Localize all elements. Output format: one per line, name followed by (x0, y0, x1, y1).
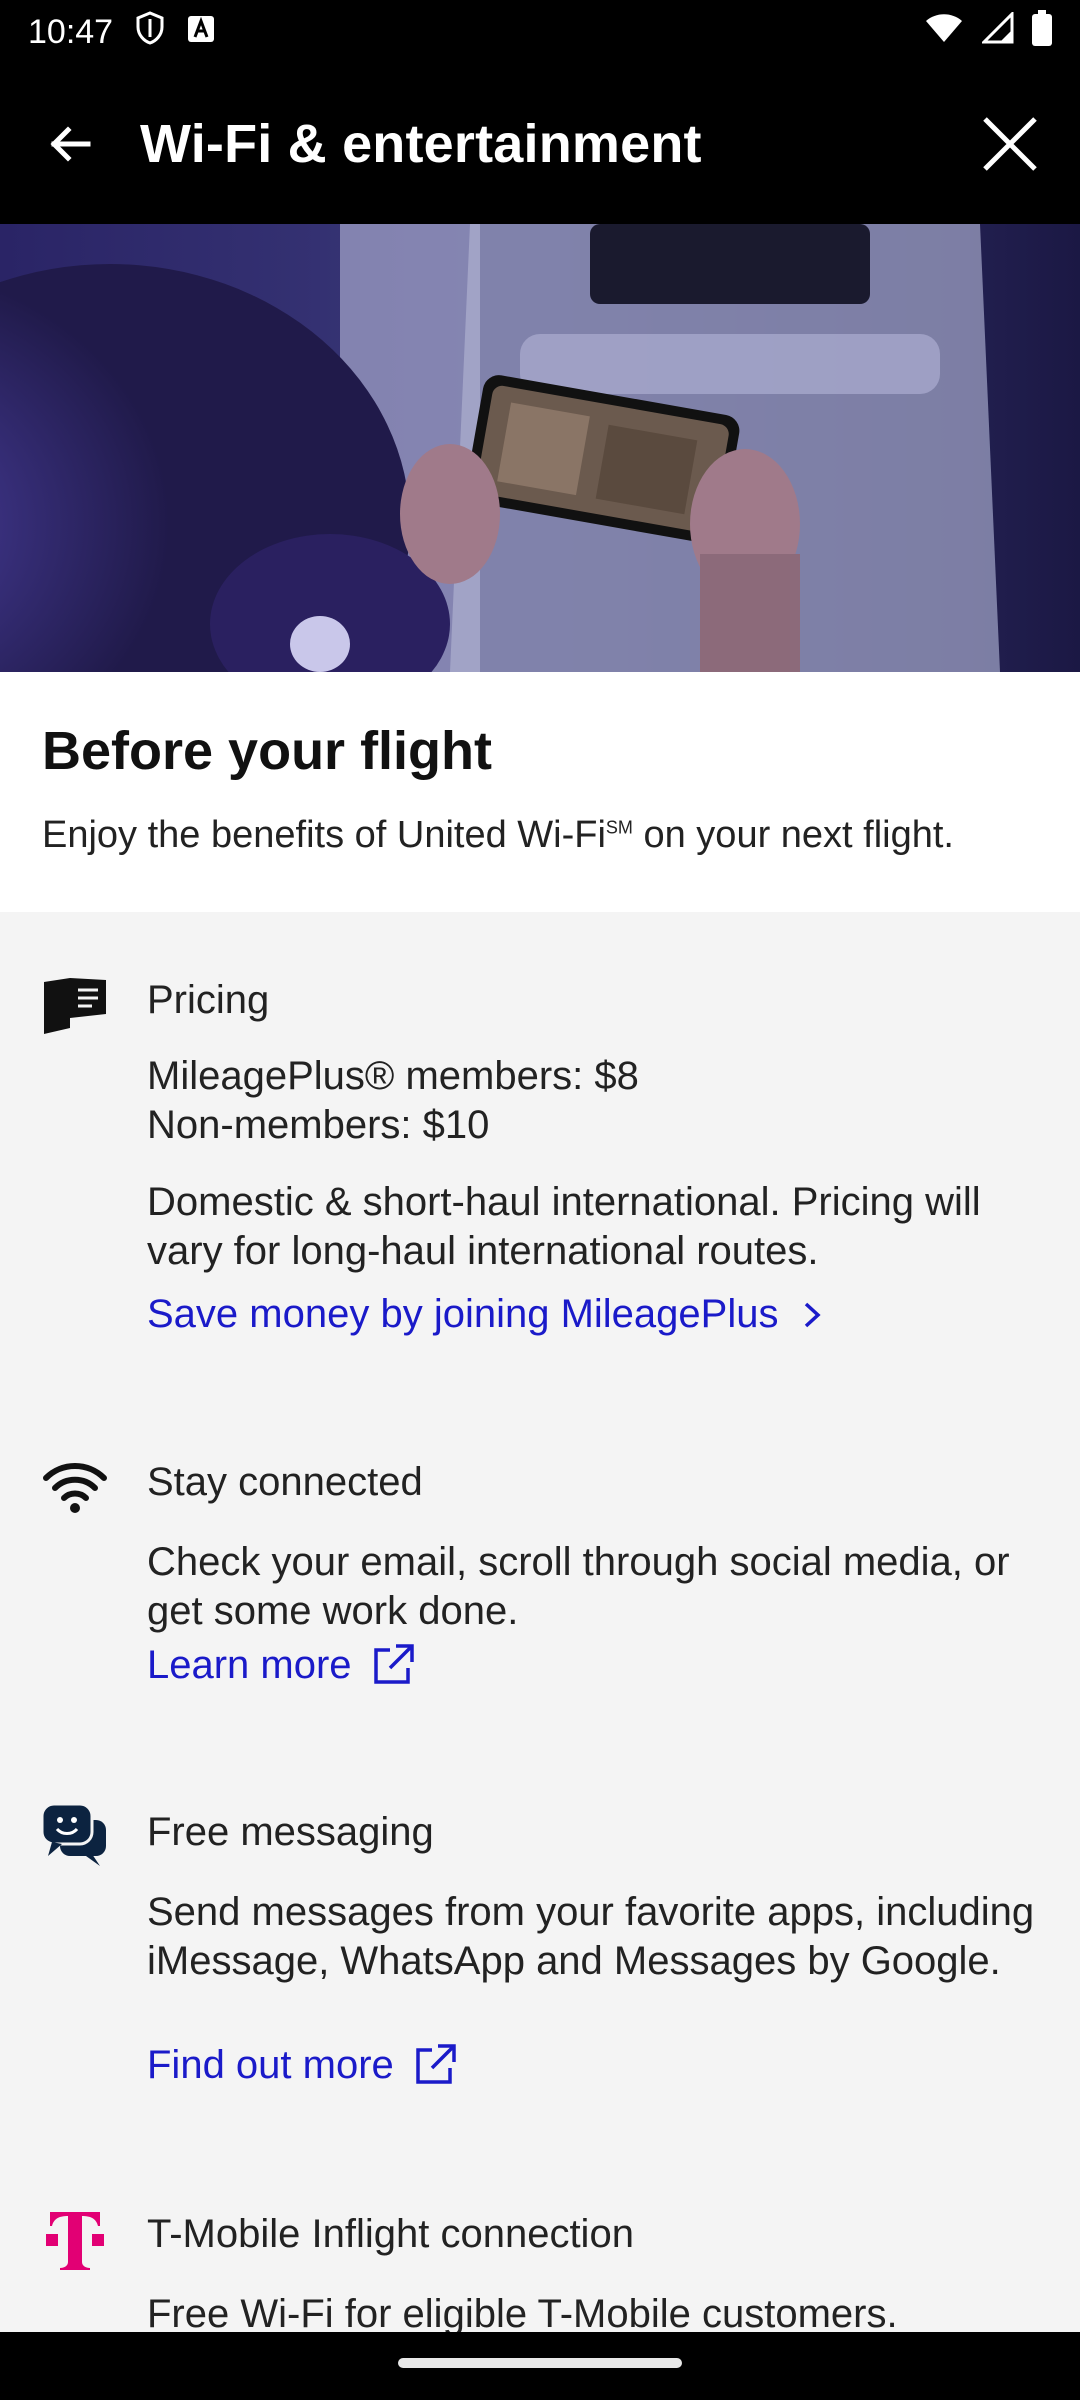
battery-icon (1032, 9, 1052, 55)
free-messaging-title: Free messaging (147, 1810, 434, 1854)
join-mileageplus-label: Save money by joining MileagePlus (147, 1292, 779, 1336)
status-time: 10:47 (28, 12, 114, 51)
features-list: Pricing MileagePlus® members: $8 Non-mem… (0, 912, 1080, 2336)
intro-section: Before your flight Enjoy the benefits of… (0, 672, 1080, 912)
wifi-icon (40, 1454, 110, 1524)
messaging-chat-icon (40, 1802, 110, 1872)
pricing-title: Pricing (147, 978, 270, 1022)
free-messaging-text: Send messages from your favorite apps, i… (147, 1890, 1035, 1983)
wifi-status-icon (924, 12, 964, 53)
learn-more-link[interactable]: Learn more (147, 1642, 416, 1688)
find-out-more-label: Find out more (147, 2042, 394, 2087)
hero-image (0, 224, 1080, 672)
stay-connected-text: Check your email, scroll through social … (147, 1540, 1010, 1633)
system-nav-bar (0, 2332, 1080, 2400)
arrow-left-icon (50, 126, 91, 162)
external-link-icon (416, 2044, 456, 2084)
pricing-note: Domestic & short-haul international. Pri… (147, 1180, 981, 1273)
app-notification-icon (187, 13, 215, 52)
intro-heading: Before your flight (42, 721, 493, 781)
close-button[interactable] (960, 94, 1060, 194)
external-link-icon (373, 1644, 414, 1684)
service-mark: SM (605, 817, 633, 838)
find-out-more-link[interactable]: Find out more (147, 2042, 458, 2088)
screen: 10:47 Wi-Fi & entertainment Before your … (0, 0, 1080, 2400)
chevron-right-icon (805, 1302, 822, 1327)
intro-text: Enjoy the benefits of United Wi-FiSM on … (42, 814, 954, 857)
back-button[interactable] (0, 64, 140, 224)
join-mileageplus-link[interactable]: Save money by joining MileagePlus (147, 1292, 826, 1337)
pricing-members: MileagePlus® members: $8 (147, 1054, 639, 1098)
shield-icon (135, 10, 165, 54)
pricing-card-icon (40, 972, 110, 1042)
pricing-nonmembers: Non-members: $10 (147, 1103, 490, 1147)
close-icon (983, 117, 1037, 171)
signal-icon (980, 9, 1014, 53)
tmobile-title: T-Mobile Inflight connection (147, 2212, 634, 2256)
status-bar: 10:47 (0, 0, 1080, 64)
app-bar: Wi-Fi & entertainment (0, 64, 1080, 224)
stay-connected-title: Stay connected (147, 1460, 423, 1504)
home-gesture-handle[interactable] (398, 2358, 682, 2368)
tmobile-logo-icon (40, 2206, 110, 2276)
learn-more-label: Learn more (147, 1642, 352, 1687)
page-title: Wi-Fi & entertainment (140, 114, 702, 174)
